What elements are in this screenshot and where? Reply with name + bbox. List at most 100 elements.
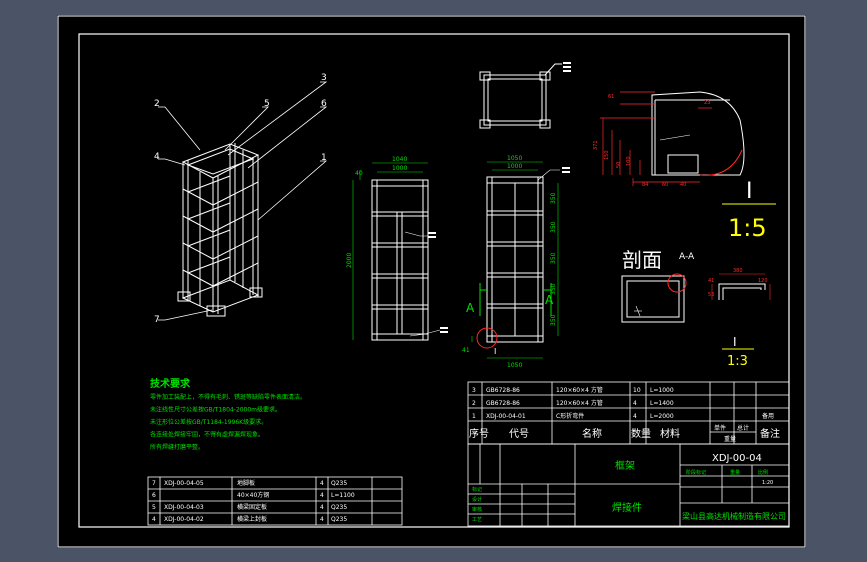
- detail-dim: 23: [704, 100, 710, 106]
- side-dim-bottom: 1050: [507, 362, 522, 369]
- detail-mark-i: I: [494, 347, 496, 356]
- detail-dim: 60: [662, 182, 668, 188]
- balloon-3: 3: [321, 73, 327, 83]
- hdr-qty: 数量: [631, 427, 651, 440]
- balloon-5: 5: [264, 99, 270, 109]
- parts-right-qty: 4: [633, 413, 637, 420]
- hdr-mat: 材料: [660, 427, 680, 440]
- title-scale-label: 比例: [758, 469, 768, 476]
- detail-dim: 371: [593, 140, 599, 150]
- title-company: 梁山县高达机械制造有限公司: [682, 511, 786, 521]
- side-dim-left: 41: [462, 347, 470, 354]
- parts-left-mat: Q235: [331, 504, 347, 511]
- title-stage: 阶段标记: [686, 469, 706, 476]
- title-row-label: 设计: [472, 496, 482, 503]
- front-dim-height: 2000: [346, 253, 353, 268]
- hdr-name: 名称: [582, 427, 602, 440]
- title-drawing-no: XDJ-00-04: [712, 453, 762, 464]
- parts-left-code: XDJ-00-04-05: [164, 480, 204, 487]
- parts-left-name: 横梁固定板: [237, 503, 267, 511]
- title-row-label: 审核: [472, 506, 482, 513]
- parts-right-mat: L=2000: [650, 413, 674, 420]
- parts-right-code: GB6728-86: [486, 387, 520, 394]
- side-dim-top2: 1000: [507, 163, 522, 170]
- detail-dim: 150: [604, 150, 610, 160]
- tech-req-line: 未注线性尺寸公差按GB/T1804-2000m级要求。: [150, 406, 281, 414]
- side-dim-right: 350: [550, 252, 557, 264]
- parts-right-qty: 10: [633, 387, 641, 394]
- section-mark: A-A: [679, 252, 695, 262]
- section-dim: 53: [708, 292, 714, 298]
- parts-left-code: XDJ-00-04-02: [164, 516, 204, 523]
- hdr-note: 备注: [760, 427, 780, 440]
- balloon-4: 4: [154, 152, 160, 162]
- front-dim-top2: 1000: [392, 165, 407, 172]
- parts-left-qty: 4: [320, 504, 324, 511]
- tech-req-line: 所有焊缝打磨平整。: [150, 443, 204, 451]
- section-label-roman: I: [733, 335, 737, 349]
- parts-right-no: 2: [472, 400, 476, 407]
- parts-right-name: 120×60×4 方管: [556, 386, 603, 394]
- detail-dim: 84: [642, 182, 648, 188]
- section-dim: 380: [733, 268, 743, 274]
- parts-left-no: 6: [152, 492, 156, 499]
- parts-left-no: 7: [152, 480, 156, 487]
- title-row-label: 标记: [472, 486, 482, 493]
- detail-dim: 50: [616, 162, 622, 168]
- drawing-sheet: [57, 15, 806, 548]
- balloon-6: 6: [321, 99, 327, 109]
- section-dim: 120: [758, 278, 768, 284]
- parts-right-code: GB6728-86: [486, 400, 520, 407]
- balloon-2: 2: [154, 99, 160, 109]
- side-dim-right: 350: [550, 221, 557, 233]
- title-scale: 1:20: [762, 480, 773, 486]
- parts-right-name: C形折弯件: [556, 412, 584, 420]
- detail-label-roman: I: [746, 179, 753, 204]
- side-dim-right: 350: [550, 192, 557, 204]
- hdr-unit: 单件: [714, 424, 726, 432]
- parts-right-code: XDJ-00-04-01: [486, 413, 526, 420]
- detail-dim: 61: [608, 94, 614, 100]
- front-dim-top1: 1040: [392, 156, 407, 163]
- parts-right-no: 1: [472, 413, 476, 420]
- section-mark-left: A: [466, 301, 475, 315]
- parts-right-mat: L=1000: [650, 387, 674, 394]
- balloon-7: 7: [154, 315, 160, 325]
- section-mark-right: A: [545, 293, 554, 307]
- parts-left-no: 5: [152, 504, 156, 511]
- parts-right-name: 120×60×4 方管: [556, 399, 603, 407]
- hdr-total: 总计: [737, 424, 749, 432]
- parts-left-qty: 4: [320, 516, 324, 523]
- parts-left-name: 横梁上封板: [237, 515, 267, 523]
- tech-req-line: 未注形位公差按GB/T1184-1996K级要求。: [150, 418, 267, 426]
- side-dim-right: 350: [550, 314, 557, 326]
- title-weight-label: 重量: [730, 469, 740, 476]
- parts-left-name: 40×40方钢: [237, 491, 269, 499]
- parts-left-mat: L=1100: [331, 492, 355, 499]
- detail-dim: 100: [626, 156, 632, 166]
- parts-left-no: 4: [152, 516, 156, 523]
- parts-right-qty: 4: [633, 400, 637, 407]
- parts-right-mat: L=1400: [650, 400, 674, 407]
- parts-left-qty: 4: [320, 492, 324, 499]
- section-label-scale: 1:3: [727, 354, 748, 369]
- tech-req-line: 各连接处焊接牢固，不得有虚焊漏焊现象。: [150, 431, 264, 439]
- parts-left-code: XDJ-00-04-03: [164, 504, 204, 511]
- parts-right-no: 3: [472, 387, 476, 394]
- parts-left-qty: 4: [320, 480, 324, 487]
- tech-req-line: 零件加工装配上，不得有毛刺、锈斑等缺陷零件表面清洁。: [150, 393, 306, 401]
- parts-left-name: 地脚板: [237, 479, 255, 487]
- title-part-name: 框架: [615, 459, 635, 472]
- hdr-code: 代号: [509, 428, 529, 440]
- section-title: 剖面: [622, 248, 662, 272]
- top-view-leader-text: [563, 62, 571, 72]
- parts-left-mat: Q235: [331, 516, 347, 523]
- drawing-canvas: 2 5 3 6 4 1 7 1040 1000 2000 40 1050 100…: [57, 15, 806, 548]
- detail-label-scale: 1:5: [728, 214, 767, 242]
- tech-req-title: 技术要求: [150, 377, 191, 390]
- front-dim-left: 40: [355, 170, 363, 177]
- title-type: 焊接件: [612, 501, 642, 514]
- balloon-1: 1: [321, 153, 327, 163]
- parts-left-mat: Q235: [331, 480, 347, 487]
- side-dim-top1: 1050: [507, 155, 522, 162]
